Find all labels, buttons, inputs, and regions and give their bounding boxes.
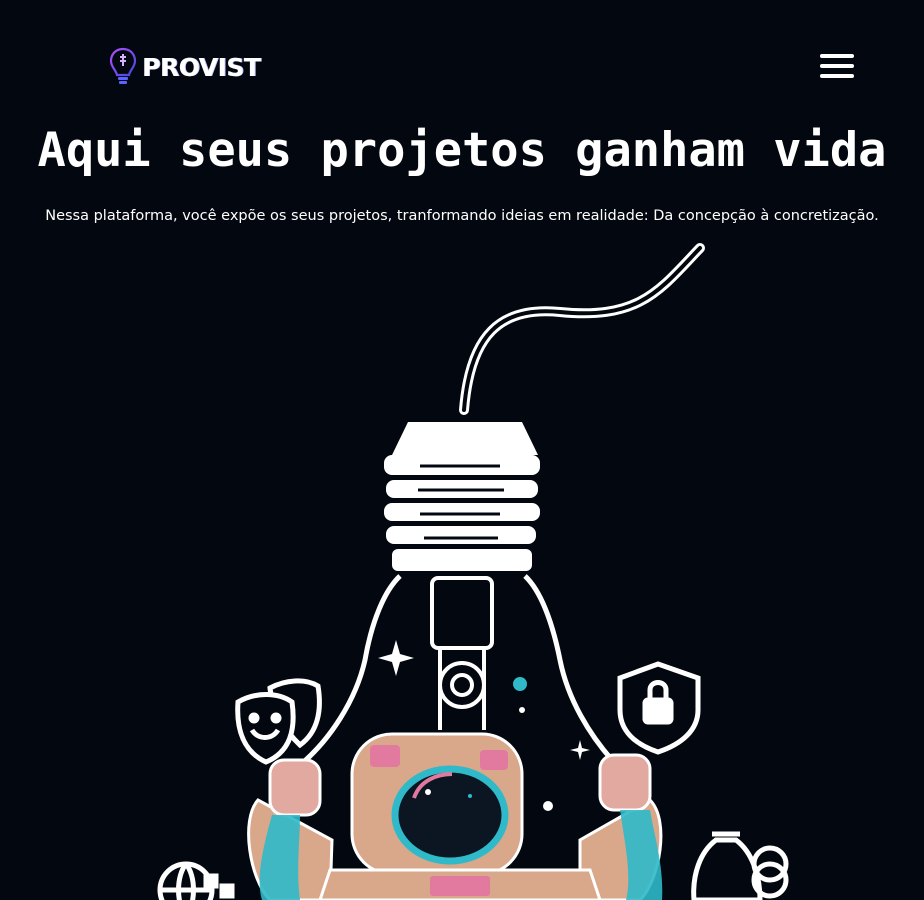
- hero-title: Aqui seus projetos ganham vida: [37, 123, 887, 178]
- logo-wordmark: PROVIST: [142, 52, 261, 82]
- top-navigation: PROVIST: [0, 0, 924, 120]
- theater-masks-icon: [235, 678, 322, 765]
- hero-subtitle: Nessa plataforma, você expõe os seus pro…: [45, 208, 879, 224]
- menu-bar: [820, 74, 854, 78]
- hamburger-menu-button[interactable]: [818, 52, 856, 80]
- globe-icon: [157, 861, 235, 900]
- lightbulb-icon: [109, 47, 137, 84]
- logo-link[interactable]: PROVIST: [108, 46, 261, 88]
- astronaut: [247, 732, 663, 900]
- menu-bar: [820, 54, 854, 58]
- menu-bar: [820, 64, 854, 68]
- money-bag-icon: [691, 831, 789, 900]
- bulb-socket: [384, 422, 540, 571]
- bulb-filament: [430, 576, 494, 730]
- shield-lock-icon: [617, 661, 701, 755]
- hero-illustration: [157, 243, 789, 900]
